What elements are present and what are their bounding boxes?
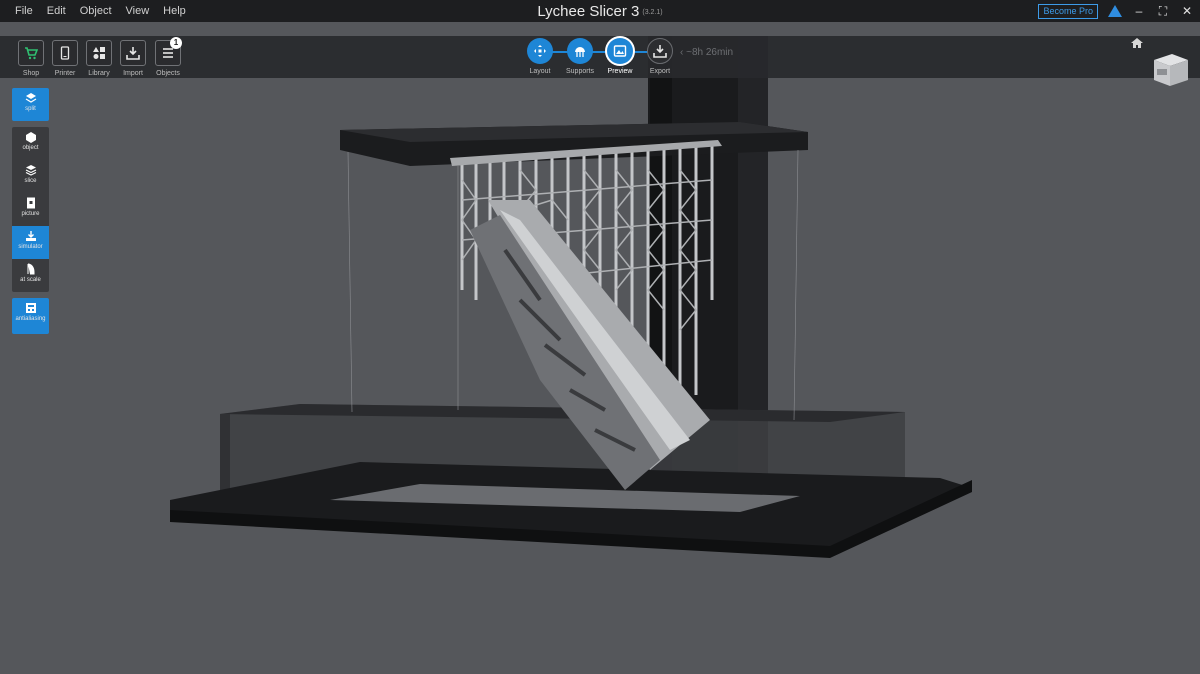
close-button[interactable]: ✕ (1180, 4, 1194, 18)
printer-icon (60, 46, 70, 60)
layout-icon (534, 45, 546, 57)
minimize-button[interactable]: – (1132, 4, 1146, 18)
menu-file[interactable]: File (8, 5, 40, 17)
shop-label: Shop (22, 70, 40, 77)
split-button[interactable]: split (12, 88, 49, 121)
library-icon (93, 47, 105, 59)
view-tools-sidebar: split object slice picture simulator at … (12, 88, 49, 340)
resin-vat-left (220, 414, 230, 494)
slice-label: slice (24, 178, 37, 184)
step-layout-label: Layout (529, 68, 551, 75)
split-group: split (12, 88, 49, 121)
title-bar: File Edit Object View Help (0, 0, 1200, 22)
3d-viewport[interactable] (0, 0, 1200, 674)
step-layout[interactable]: Layout (520, 38, 560, 75)
menu-view[interactable]: View (119, 5, 157, 17)
print-time-value: ~8h 26min (686, 47, 734, 58)
import-icon (126, 47, 140, 60)
at-scale-label: at scale (20, 277, 41, 283)
object-icon (25, 132, 36, 143)
at-scale-button[interactable]: at scale (12, 259, 49, 292)
slice-button[interactable]: slice (12, 160, 49, 193)
picture-label: picture (21, 211, 40, 217)
printer-button[interactable]: Printer (49, 40, 81, 77)
antialiasing-label: antialiasing (15, 316, 46, 322)
picture-icon (26, 197, 35, 209)
step-preview[interactable]: Preview (600, 38, 640, 75)
view-mode-group: object slice picture simulator at scale (12, 127, 49, 292)
library-label: Library (88, 70, 110, 77)
antialiasing-button[interactable]: antialiasing (12, 298, 49, 334)
slice-icon (25, 165, 36, 176)
maximize-button[interactable]: ⛶ (1156, 4, 1170, 19)
import-button[interactable]: Import (117, 40, 149, 77)
preview-icon (613, 45, 627, 57)
picture-button[interactable]: picture (12, 193, 49, 226)
objects-count-badge: 1 (170, 37, 182, 49)
antialiasing-group: antialiasing (12, 298, 49, 334)
step-export[interactable]: Export (640, 38, 680, 75)
object-label: object (22, 145, 39, 151)
cart-icon (25, 47, 38, 60)
home-icon[interactable] (1131, 38, 1143, 48)
at-scale-icon (27, 263, 34, 275)
guide-line (793, 149, 799, 421)
import-label: Import (123, 70, 143, 77)
guide-line (347, 151, 353, 413)
objects-button[interactable]: 1 Objects (152, 37, 184, 77)
split-label: split (25, 106, 36, 112)
menu-help[interactable]: Help (156, 5, 193, 17)
step-export-label: Export (649, 68, 671, 75)
step-supports[interactable]: Supports (560, 38, 600, 75)
printer-label: Printer (54, 70, 76, 77)
simulator-icon (25, 231, 36, 241)
warning-icon[interactable] (1108, 5, 1122, 17)
menu-edit[interactable]: Edit (40, 5, 73, 17)
step-preview-label: Preview (607, 68, 633, 75)
object-button[interactable]: object (12, 127, 49, 160)
menu-bar: File Edit Object View Help (8, 5, 193, 17)
library-button[interactable]: Library (83, 40, 115, 77)
step-supports-label: Supports (565, 68, 595, 75)
become-pro-button[interactable]: Become Pro (1038, 3, 1098, 19)
main-toolbar: Shop Printer Library Import 1 Objects La (0, 36, 1200, 78)
split-icon (25, 93, 36, 103)
menu-object[interactable]: Object (73, 5, 119, 17)
simulator-button[interactable]: simulator (12, 226, 49, 259)
simulator-label: simulator (18, 244, 43, 250)
view-cube-icon[interactable] (1150, 50, 1190, 88)
antialiasing-icon (25, 303, 36, 313)
shop-button[interactable]: Shop (15, 40, 47, 77)
window-controls: Become Pro – ⛶ ✕ (1038, 0, 1194, 22)
print-time-estimate: ‹ ~8h 26min (680, 47, 734, 58)
objects-label: Objects (156, 70, 180, 77)
supports-icon (575, 47, 585, 57)
export-icon (653, 45, 667, 58)
